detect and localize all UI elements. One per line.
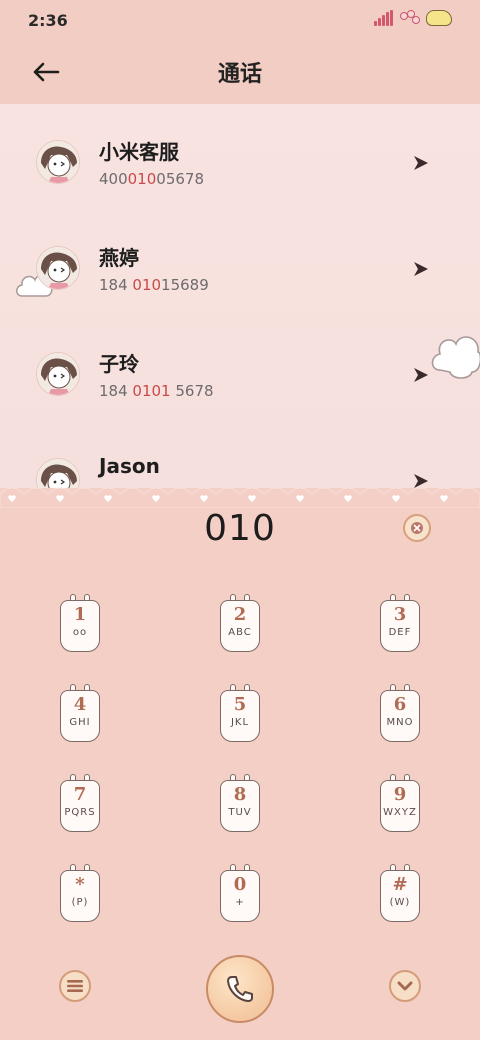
key-7[interactable]: 7 PQRS [60, 774, 100, 832]
key-letters: ABC [228, 627, 252, 638]
key-letters: WXYZ [383, 807, 417, 818]
contact-name: 子玲 [99, 352, 139, 376]
key-digit: # [392, 874, 408, 895]
number-part: 184 [99, 276, 133, 294]
status-bar: 2:36 [0, 0, 480, 40]
menu-button[interactable] [59, 970, 91, 1002]
key-letters: MNO [386, 717, 414, 728]
contact-row[interactable]: 子玲 184 0101 5678 [0, 342, 480, 432]
contact-row[interactable]: 燕婷 184 010 15689 [0, 236, 480, 326]
contact-number: 400 010 05678 [99, 170, 204, 188]
contact-name: 燕婷 [99, 246, 139, 270]
key-digit: * [75, 874, 85, 895]
status-icons [374, 10, 452, 26]
contact-row[interactable]: 小米客服 400 010 05678 [0, 130, 480, 220]
key-letters: (W) [389, 897, 411, 908]
battery-duck-icon [426, 10, 452, 26]
key-letters: PQRS [64, 807, 96, 818]
chevron-right-icon[interactable] [412, 154, 430, 172]
phone-icon [227, 976, 253, 1002]
key-letters: DEF [388, 627, 412, 638]
number-part: 5678 [170, 382, 214, 400]
key-digit: 3 [393, 604, 407, 625]
contact-name: Jason [99, 454, 160, 478]
menu-icon [67, 980, 83, 992]
key-1[interactable]: 1 oo [60, 594, 100, 652]
clear-button[interactable] [403, 514, 431, 542]
contact-name: 小米客服 [99, 140, 179, 164]
key-star[interactable]: * (P) [60, 864, 100, 922]
key-digit: 7 [73, 784, 87, 805]
key-digit: 9 [393, 784, 407, 805]
number-part: 05678 [156, 170, 204, 188]
key-digit: 1 [73, 604, 87, 625]
chevron-down-icon [397, 981, 413, 991]
key-digit: 0 [233, 874, 247, 895]
key-letters: JKL [230, 717, 250, 728]
contact-avatar [36, 140, 80, 184]
contact-avatar [36, 246, 80, 290]
page-title: 通话 [217, 62, 262, 87]
key-hash[interactable]: # (W) [380, 864, 420, 922]
number-match: 010 [132, 276, 162, 294]
key-9[interactable]: 9 WXYZ [380, 774, 420, 832]
scalloped-divider [0, 487, 480, 508]
key-digit: 4 [73, 694, 87, 715]
signal-icon [374, 10, 394, 26]
number-match: 0101 [132, 382, 171, 400]
number-match: 010 [127, 170, 157, 188]
key-letters: GHI [69, 717, 91, 728]
keypad: 1 oo 2 ABC 3 DEF 4 GHI 5 JKL 6 MNO 7 PQRS 8 TUV 9 WXYZ * (P… [0, 560, 480, 940]
key-digit: 5 [233, 694, 247, 715]
key-digit: 6 [393, 694, 407, 715]
contact-list[interactable]: 小米客服 400 010 05678 燕婷 184 010 15689 子玲 1… [0, 104, 480, 488]
status-time: 2:36 [28, 11, 68, 30]
key-5[interactable]: 5 JKL [220, 684, 260, 742]
key-letters: oo [72, 627, 88, 638]
close-icon [411, 522, 423, 534]
header: 通话 [0, 40, 480, 104]
number-part: 400 [99, 170, 128, 188]
contact-avatar [36, 352, 80, 396]
key-letters: (P) [71, 897, 89, 908]
call-button[interactable] [206, 955, 274, 1023]
wifi-flower-icon [400, 10, 420, 26]
number-part: 15689 [161, 276, 209, 294]
key-2[interactable]: 2 ABC [220, 594, 260, 652]
collapse-keypad-button[interactable] [389, 970, 421, 1002]
key-digit: 8 [233, 784, 247, 805]
number-part: 184 [99, 382, 133, 400]
key-4[interactable]: 4 GHI [60, 684, 100, 742]
key-6[interactable]: 6 MNO [380, 684, 420, 742]
key-letters: + [235, 897, 245, 908]
key-digit: 2 [233, 604, 247, 625]
chevron-right-icon[interactable] [412, 366, 430, 384]
key-3[interactable]: 3 DEF [380, 594, 420, 652]
contact-number: 184 0101 5678 [99, 382, 214, 400]
key-0[interactable]: 0 + [220, 864, 260, 922]
contact-number: 184 010 15689 [99, 276, 209, 294]
bottom-bar [0, 950, 480, 1030]
key-letters: TUV [228, 807, 252, 818]
key-8[interactable]: 8 TUV [220, 774, 260, 832]
chevron-right-icon[interactable] [412, 260, 430, 278]
